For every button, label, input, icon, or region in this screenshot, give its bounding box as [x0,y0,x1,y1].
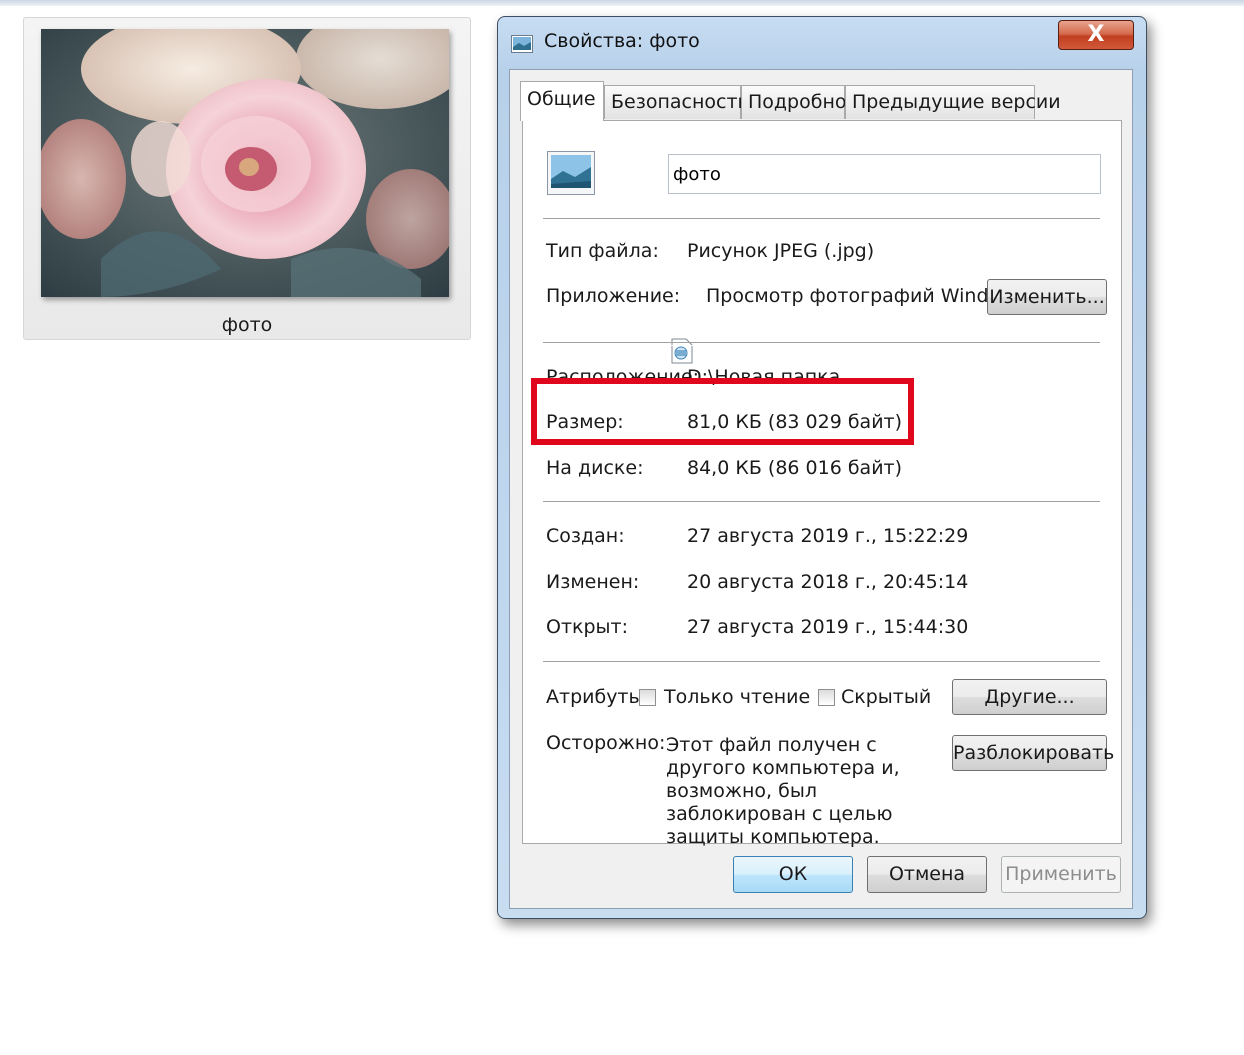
ok-button[interactable]: ОК [733,856,853,893]
properties-dialog: Свойства: фото X Общие Безопасность Подр… [497,16,1147,919]
separator [543,661,1100,665]
tab-security[interactable]: Безопасность [604,85,749,119]
tab-details[interactable]: Подробно [741,85,847,119]
warning-text: Этот файл получен с другого компьютера и… [666,734,900,848]
application-label: Приложение: [546,285,681,307]
separator [543,501,1100,505]
general-tab-panel: Тип файла: Рисунок JPEG (.jpg) Приложени… [522,120,1122,848]
created-label: Создан: [546,525,625,547]
photo-thumbnail [41,29,449,297]
separator [543,342,1100,346]
attributes-label: Атрибуты: [546,686,650,708]
modified-label: Изменен: [546,571,640,593]
accessed-label: Открыт: [546,616,629,638]
close-button[interactable]: X [1058,20,1134,50]
hidden-checkbox[interactable] [818,689,835,706]
size-highlight-box [531,378,914,445]
tab-general[interactable]: Общие [520,81,604,121]
modified-value: 20 августа 2018 г., 20:45:14 [687,571,969,593]
other-attributes-button[interactable]: Другие... [952,679,1107,715]
image-file-icon [511,35,533,53]
file-type-value: Рисунок JPEG (.jpg) [687,240,875,262]
change-app-button[interactable]: Изменить... [987,279,1107,315]
warning-label: Осторожно: [546,732,666,754]
window-top-strip [0,0,1244,6]
apply-button[interactable]: Применить [1001,856,1121,893]
size-on-disk-label: На диске: [546,457,644,479]
readonly-checkbox[interactable] [639,689,656,706]
application-value: Просмотр фотографий Windows [706,285,1026,307]
file-type-label: Тип файла: [546,240,659,262]
cancel-button[interactable]: Отмена [867,856,987,893]
dialog-client-area: Общие Безопасность Подробно Предыдущие в… [509,69,1133,909]
size-on-disk-value: 84,0 КБ (86 016 байт) [687,457,903,479]
image-file-icon [547,151,595,195]
thumbnail-label: фото [221,314,273,336]
separator [543,218,1100,222]
hidden-checkbox-label[interactable]: Скрытый [841,686,931,708]
tab-previous-versions[interactable]: Предыдущие версии [845,85,1061,119]
created-value: 27 августа 2019 г., 15:22:29 [687,525,969,547]
readonly-checkbox-label[interactable]: Только чтение [664,686,810,708]
file-name-field[interactable] [668,154,1101,194]
dialog-title: Свойства: фото [544,30,700,52]
file-thumbnail-item[interactable]: фото [23,17,471,340]
accessed-value: 27 августа 2019 г., 15:44:30 [687,616,969,638]
close-icon: X [1087,22,1105,47]
unblock-button[interactable]: Разблокировать [952,735,1114,771]
